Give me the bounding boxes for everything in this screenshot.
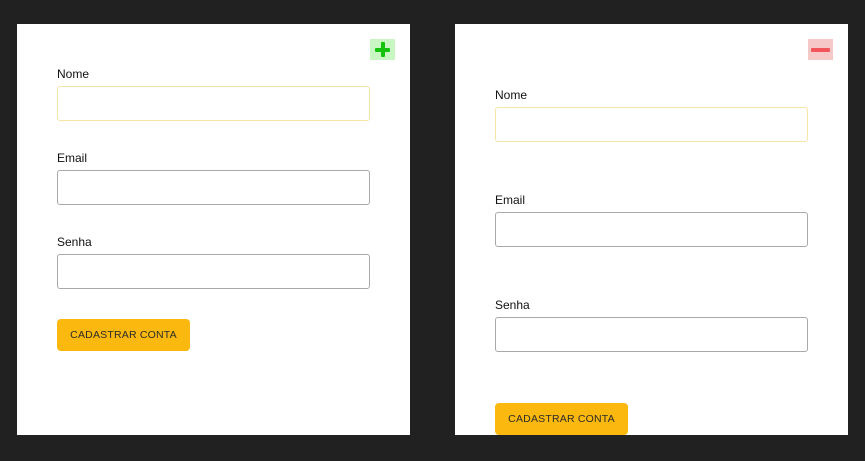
senha-label: Senha	[57, 235, 92, 249]
email-input[interactable]	[495, 212, 808, 247]
collapse-spacing-button[interactable]	[808, 39, 833, 60]
email-input[interactable]	[57, 170, 370, 205]
senha-input[interactable]	[495, 317, 808, 352]
nome-label: Nome	[495, 88, 528, 102]
cadastrar-conta-button[interactable]: CADASTRAR CONTA	[57, 319, 190, 351]
email-label: Email	[495, 193, 526, 207]
cadastrar-conta-button[interactable]: CADASTRAR CONTA	[495, 403, 628, 435]
nome-label: Nome	[57, 67, 90, 81]
nome-input[interactable]	[57, 86, 370, 121]
expand-spacing-button[interactable]	[370, 39, 395, 60]
senha-input[interactable]	[57, 254, 370, 289]
signup-form-expanded: Nome Email Senha CADASTRAR CONTA	[455, 24, 848, 435]
email-label: Email	[57, 151, 88, 165]
nome-input[interactable]	[495, 107, 808, 142]
senha-label: Senha	[495, 298, 530, 312]
signup-form-compact: Nome Email Senha CADASTRAR CONTA	[17, 24, 410, 435]
